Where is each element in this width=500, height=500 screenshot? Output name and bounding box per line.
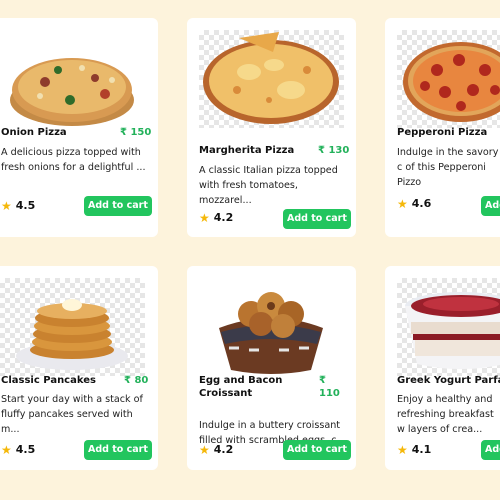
rating-value: 4.2: [213, 443, 234, 456]
product-description: Indulge in the savory c of this Pepperon…: [397, 147, 499, 188]
product-name: Pepperoni Pizza: [397, 127, 488, 138]
add-to-cart-button[interactable]: Add: [481, 440, 500, 460]
star-icon: ★: [397, 442, 408, 457]
onion-pizza-image[interactable]: [0, 30, 145, 128]
yogurt-parfait-image[interactable]: [397, 278, 500, 376]
rating: ★ 4.6: [397, 197, 431, 210]
product-card[interactable]: Onion Pizza ₹ 150 A delicious pizza topp…: [0, 18, 158, 237]
product-card[interactable]: Greek Yogurt Parfait Enjoy a healthy and…: [385, 266, 500, 470]
product-price: ₹ 80: [124, 375, 149, 386]
rating: ★ 4.5: [1, 199, 35, 212]
add-to-cart-button[interactable]: Add to cart: [84, 196, 152, 216]
margherita-pizza-image[interactable]: [199, 30, 344, 128]
pepperoni-pizza-image[interactable]: [397, 30, 500, 128]
product-name: Egg and Bacon Croissant: [199, 375, 283, 399]
star-icon: ★: [199, 210, 210, 225]
product-name: Onion Pizza: [1, 127, 67, 138]
croissant-icon: [219, 292, 323, 374]
product-description: A classic Italian pizza topped with fres…: [199, 165, 338, 206]
croissant-basket-image[interactable]: [199, 278, 344, 376]
add-to-cart-button[interactable]: Add to cart: [283, 209, 351, 229]
product-card[interactable]: Egg and Bacon Croissant ₹ 110 Indulge in…: [187, 266, 356, 470]
pizza-icon: [203, 32, 339, 124]
star-icon: ★: [1, 198, 12, 213]
product-name: Margherita Pizza: [199, 145, 295, 156]
pizza-icon: [403, 42, 500, 122]
rating-value: 4.2: [213, 211, 234, 224]
product-description: A delicious pizza topped with fresh onio…: [1, 147, 146, 173]
product-price: ₹ 130: [318, 145, 350, 156]
pancakes-icon: [16, 299, 128, 370]
product-price: ₹ 110: [319, 375, 340, 399]
rating-value: 4.1: [411, 443, 432, 456]
product-price: ₹ 150: [120, 127, 152, 138]
star-icon: ★: [1, 442, 12, 457]
product-name: Greek Yogurt Parfait: [397, 375, 500, 386]
star-icon: ★: [199, 442, 210, 457]
rating-value: 4.5: [15, 199, 36, 212]
rating-value: 4.5: [15, 443, 36, 456]
product-card[interactable]: Pepperoni Pizza Indulge in the savory c …: [385, 18, 500, 237]
rating: ★ 4.1: [397, 443, 431, 456]
product-name: Classic Pancakes: [1, 375, 96, 386]
product-card[interactable]: Margherita Pizza ₹ 130 A classic Italian…: [187, 18, 356, 237]
product-card[interactable]: Classic Pancakes ₹ 80 Start your day wit…: [0, 266, 158, 470]
rating-value: 4.6: [411, 197, 432, 210]
rating: ★ 4.5: [1, 443, 35, 456]
parfait-icon: [405, 292, 500, 369]
rating: ★ 4.2: [199, 211, 233, 224]
pancakes-image[interactable]: [0, 278, 145, 376]
add-to-cart-button[interactable]: Add to cart: [283, 440, 351, 460]
pizza-icon: [10, 58, 134, 126]
add-to-cart-button[interactable]: Add to cart: [84, 440, 152, 460]
product-description: Start your day with a stack of fluffy pa…: [1, 394, 143, 435]
star-icon: ★: [397, 196, 408, 211]
add-to-cart-button[interactable]: Add: [481, 196, 500, 216]
rating: ★ 4.2: [199, 443, 233, 456]
product-description: Enjoy a healthy and refreshing breakfast…: [397, 394, 494, 435]
